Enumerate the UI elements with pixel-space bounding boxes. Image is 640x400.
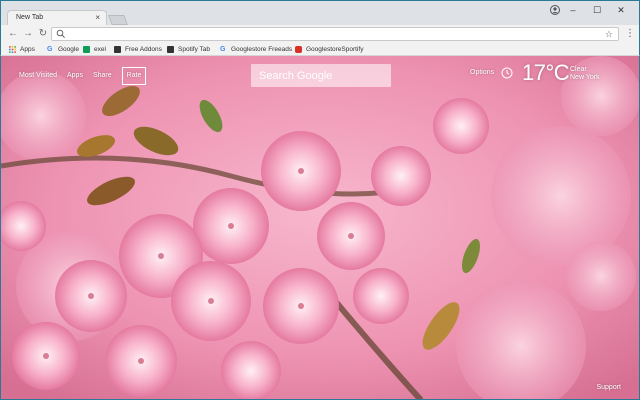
- browser-menu-icon[interactable]: ⋮: [625, 27, 635, 41]
- cherry-blossom-background: [1, 56, 639, 399]
- minimize-button[interactable]: –: [561, 3, 585, 17]
- bookmark-star-icon[interactable]: ☆: [605, 28, 613, 40]
- bookmark-label: exel: [94, 46, 106, 53]
- close-window-button[interactable]: ✕: [609, 3, 633, 17]
- temperature-display: 17°C: [522, 60, 570, 85]
- bookmark-apps[interactable]: Apps: [9, 44, 35, 55]
- share-link[interactable]: Share: [93, 70, 112, 85]
- store-icon: [295, 46, 302, 53]
- weather-city: New York: [570, 74, 600, 81]
- back-arrow-icon[interactable]: ←: [7, 28, 19, 40]
- new-tab-button[interactable]: [108, 15, 128, 25]
- search-icon: [56, 29, 65, 38]
- spotify-tab-icon: [167, 46, 174, 53]
- tab-close-icon[interactable]: ×: [95, 13, 100, 23]
- browser-title-bar: New Tab × – ☐ ✕: [0, 0, 640, 26]
- bookmark-label: Spotify Tab: [178, 46, 211, 53]
- profile-icon[interactable]: [550, 5, 560, 15]
- options-link[interactable]: Options: [470, 69, 494, 76]
- reload-icon[interactable]: ↻: [37, 28, 49, 40]
- bookmark-label: Googlestore Freeads: [231, 46, 293, 53]
- bookmark-label: GooglestoreSportify: [306, 46, 364, 53]
- bookmark-label: Free Addons: [125, 46, 162, 53]
- bookmark-free-addons[interactable]: Free Addons: [114, 44, 162, 55]
- sheets-icon: [83, 46, 90, 53]
- search-input[interactable]: [251, 64, 391, 87]
- google-search-box: [251, 64, 391, 87]
- forward-arrow-icon[interactable]: →: [22, 28, 34, 40]
- window-controls: – ☐ ✕: [561, 3, 633, 17]
- google-g-icon: G: [220, 46, 226, 53]
- bookmark-exel[interactable]: exel: [83, 44, 106, 55]
- new-tab-page: Most Visited Apps Share Rate Options 17°…: [0, 56, 640, 400]
- apps-grid-icon: [9, 46, 16, 53]
- clock-icon[interactable]: [501, 67, 513, 79]
- rate-button[interactable]: Rate: [121, 67, 147, 85]
- maximize-button[interactable]: ☐: [585, 3, 609, 17]
- address-bar[interactable]: ☆: [51, 27, 619, 41]
- bookmark-spotify-tab[interactable]: Spotify Tab: [167, 44, 210, 55]
- weather-info: Clear New York: [570, 66, 600, 82]
- bookmarks-bar: Apps G Google exel Free Addons Spotify T…: [0, 43, 640, 56]
- tab-title: New Tab: [16, 14, 44, 21]
- bookmark-label: Apps: [20, 46, 35, 53]
- browser-toolbar: ← → ↻ ☆ ⋮: [0, 25, 640, 43]
- bookmark-label: Google: [58, 46, 79, 53]
- top-navigation: Most Visited Apps Share Rate: [19, 67, 156, 85]
- google-g-icon: G: [47, 46, 53, 53]
- support-link[interactable]: Support: [596, 384, 621, 391]
- addons-icon: [114, 46, 121, 53]
- bookmark-googlestore-sportify[interactable]: GooglestoreSportify: [295, 44, 363, 55]
- bookmark-googlestore-freeads[interactable]: G Googlestore Freeads: [220, 44, 292, 55]
- most-visited-link[interactable]: Most Visited: [19, 70, 57, 85]
- apps-link[interactable]: Apps: [67, 70, 83, 85]
- weather-condition: Clear: [570, 66, 587, 73]
- bookmark-google[interactable]: G Google: [47, 44, 79, 55]
- tab-new-tab[interactable]: New Tab ×: [7, 10, 107, 26]
